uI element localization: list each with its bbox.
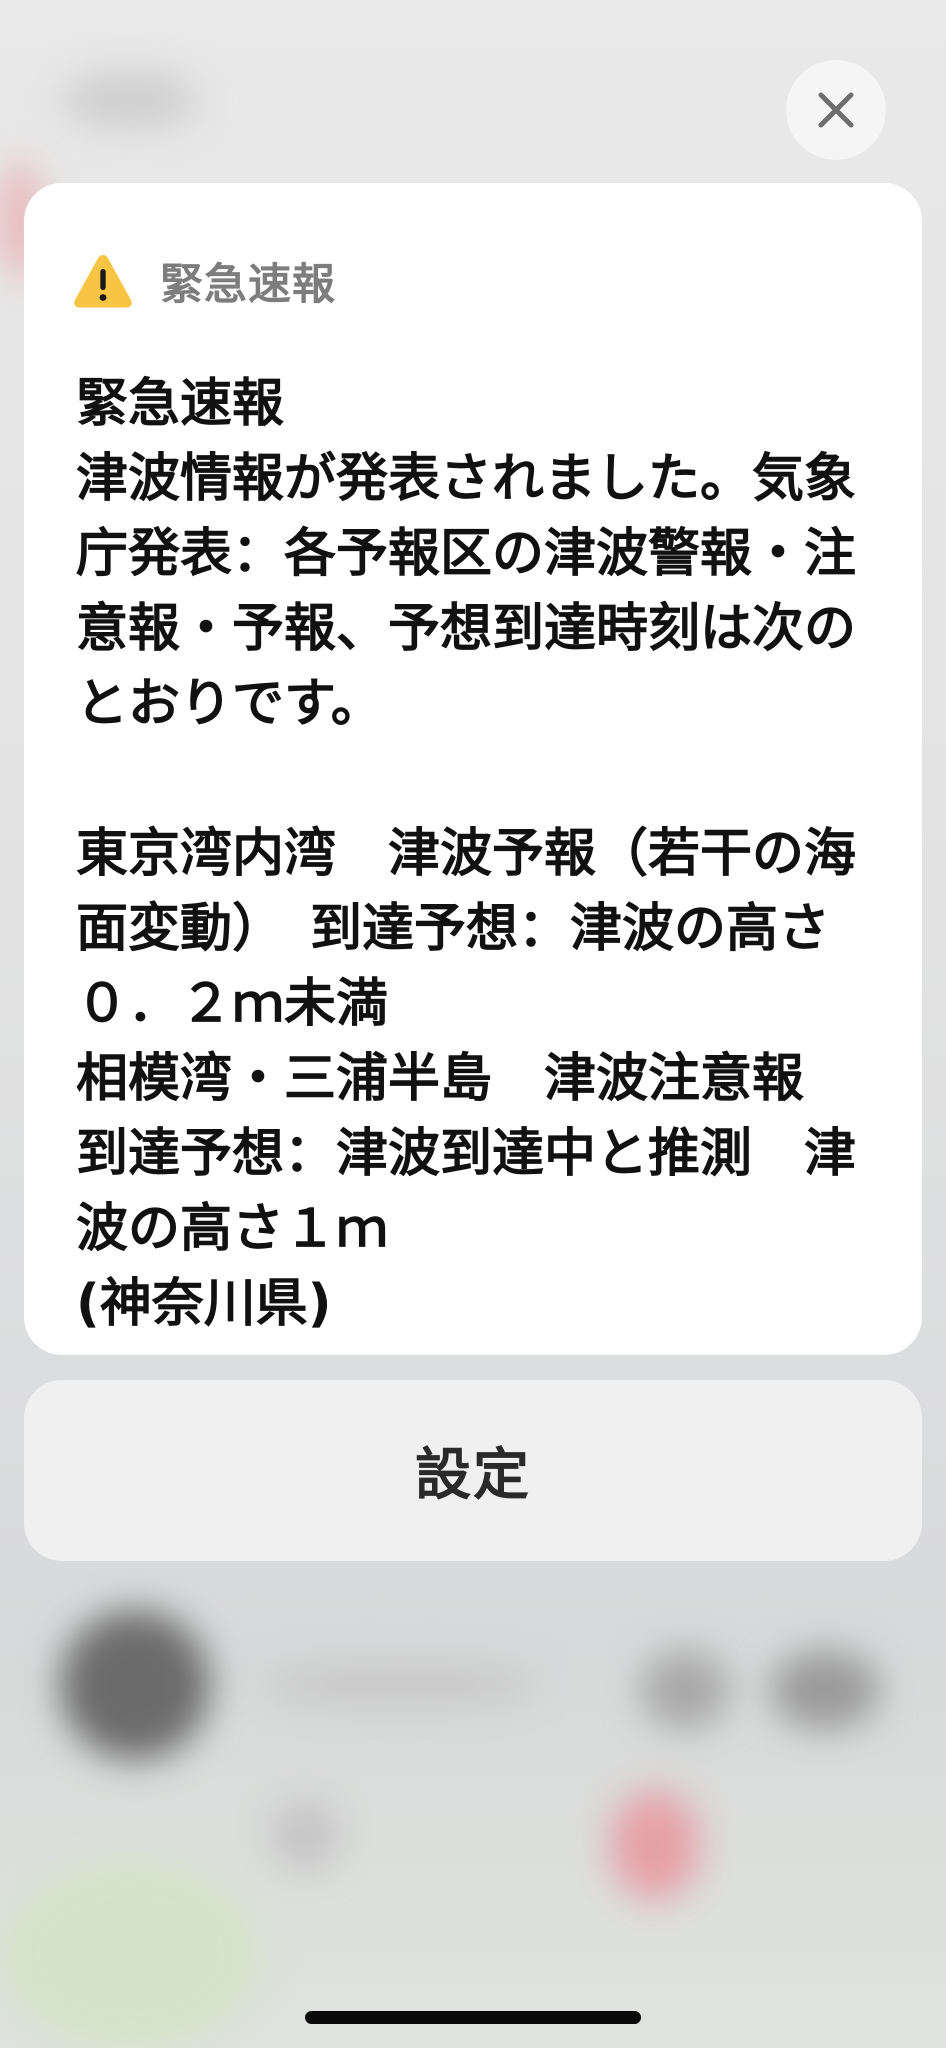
alert-header: 緊急速報 bbox=[74, 241, 870, 321]
alert-header-title: 緊急速報 bbox=[160, 260, 336, 310]
close-icon bbox=[818, 92, 854, 128]
emergency-alert-card: 緊急速報 緊急速報 津波情報が発表されました。気象庁発表：各予報区の津波警報・注… bbox=[24, 183, 922, 1355]
settings-button-label: 設定 bbox=[415, 1443, 531, 1508]
settings-button[interactable]: 設定 bbox=[24, 1380, 922, 1561]
background-blur bbox=[640, 1650, 730, 1730]
background-blur bbox=[610, 1790, 700, 1900]
background-blur bbox=[770, 1650, 880, 1730]
background-blur bbox=[260, 1660, 540, 1710]
close-button[interactable] bbox=[786, 60, 886, 160]
background-blur bbox=[270, 1800, 340, 1870]
warning-triangle-icon bbox=[72, 250, 134, 312]
alert-message-body: 緊急速報 津波情報が発表されました。気象庁発表：各予報区の津波警報・注意報・予報… bbox=[76, 374, 857, 1334]
background-blur bbox=[0, 1860, 260, 2048]
background-blur bbox=[60, 70, 200, 130]
home-indicator[interactable] bbox=[305, 2011, 641, 2024]
background-blur bbox=[60, 1610, 210, 1760]
